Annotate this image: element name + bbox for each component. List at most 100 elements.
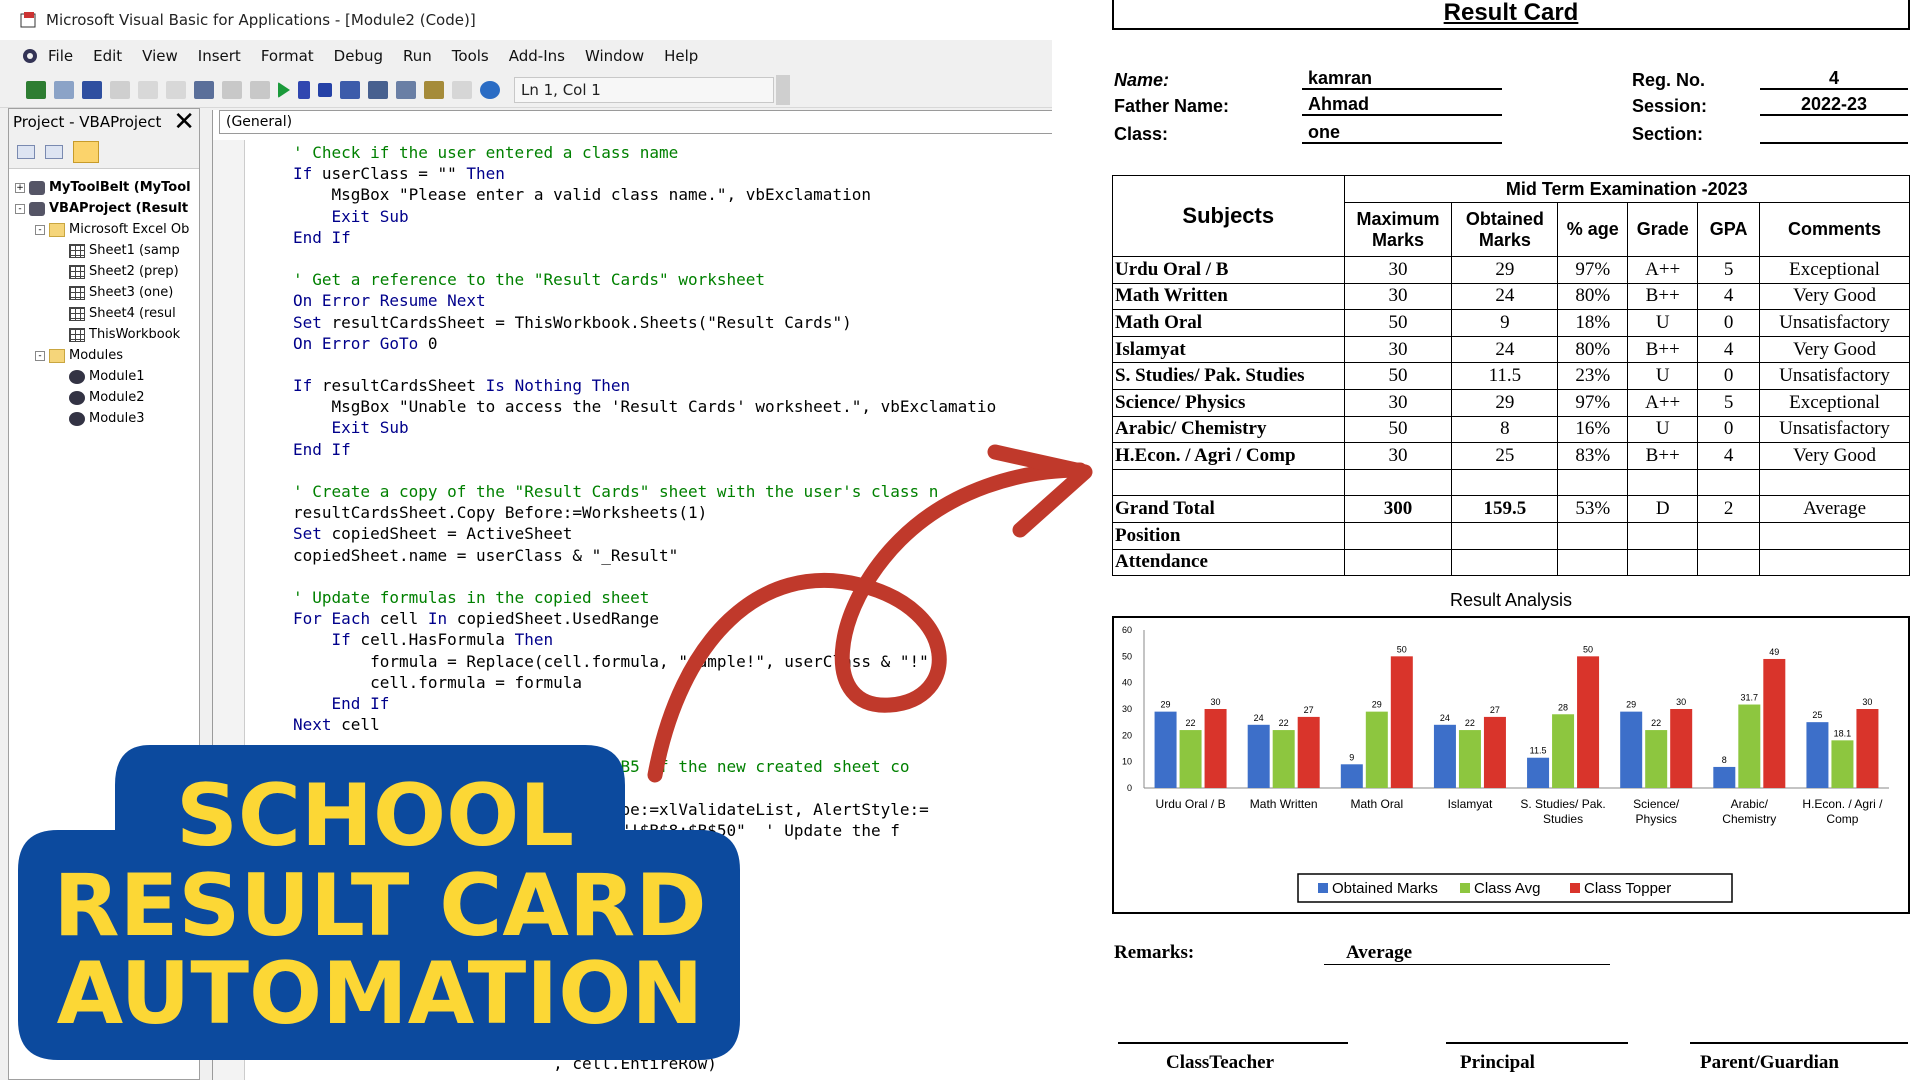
code-line[interactable]: Set copiedSheet = ActiveSheet — [293, 523, 1052, 544]
worksheet-icon — [69, 306, 85, 321]
tree-node[interactable]: Sheet2 (prep) — [9, 261, 199, 282]
copy-icon[interactable] — [138, 80, 158, 99]
menu-run[interactable]: Run — [403, 47, 432, 65]
tree-node[interactable]: + MyToolBelt (MyTool — [9, 177, 199, 198]
code-line[interactable] — [293, 354, 1052, 375]
code-line[interactable]: ' Check if the user entered a class name — [293, 142, 1052, 163]
code-line[interactable]: Next cell — [293, 714, 1052, 735]
undo-icon[interactable] — [222, 80, 242, 99]
close-icon[interactable]: ✕ — [173, 109, 195, 135]
code-line[interactable]: On Error GoTo 0 — [293, 333, 1052, 354]
x-tick-label: Urdu Oral / B — [1156, 797, 1226, 811]
toggle-folders-icon[interactable] — [73, 140, 99, 163]
data-label: 31.7 — [1741, 693, 1759, 703]
code-line[interactable]: End If — [293, 227, 1052, 248]
view-code-icon[interactable] — [17, 144, 35, 159]
subject-row — [1112, 468, 1910, 497]
data-label: 28 — [1558, 702, 1568, 712]
reset-icon[interactable] — [318, 82, 332, 97]
object-combo[interactable]: (General) — [219, 110, 1052, 134]
expand-icon[interactable]: + — [15, 182, 25, 193]
code-line[interactable]: ' Get a reference to the "Result Cards" … — [293, 269, 1052, 290]
tree-node[interactable]: - Microsoft Excel Ob — [9, 219, 199, 240]
tree-node[interactable]: Sheet3 (one) — [9, 282, 199, 303]
toolbox-icon[interactable] — [452, 80, 472, 99]
code-line[interactable]: , cell.EntireRow) — [293, 1053, 1052, 1074]
tree-node[interactable]: Module1 — [9, 366, 199, 387]
tree-node[interactable]: Sheet4 (resul — [9, 303, 199, 324]
code-line[interactable]: MsgBox "Please enter a valid class name.… — [293, 184, 1052, 205]
tree-node[interactable]: - Modules — [9, 345, 199, 366]
insert-userform-icon[interactable] — [54, 80, 74, 99]
menu-window[interactable]: Window — [585, 47, 644, 65]
code-line[interactable]: Exit Sub — [293, 206, 1052, 227]
redo-icon[interactable] — [250, 80, 270, 99]
code-line[interactable] — [293, 248, 1052, 269]
code-line[interactable] — [293, 735, 1052, 756]
collapse-icon[interactable]: - — [35, 350, 45, 361]
find-icon[interactable] — [194, 80, 214, 99]
menu-file[interactable]: File — [48, 47, 73, 65]
save-icon[interactable] — [82, 80, 102, 99]
view-excel-icon[interactable] — [26, 80, 46, 99]
help-icon[interactable] — [480, 80, 500, 99]
menu-debug[interactable]: Debug — [334, 47, 383, 65]
obtained-marks: 25 — [1451, 442, 1559, 470]
menu-help[interactable]: Help — [664, 47, 698, 65]
subject-row: Arabic/ Chemistry 50 8 16% U 0 Unsatisfactory — [1112, 415, 1910, 444]
view-object-icon[interactable] — [45, 144, 63, 159]
properties-icon[interactable] — [396, 80, 416, 99]
run-icon[interactable] — [278, 81, 290, 98]
code-line[interactable]: ' Create a copy of the "Result Cards" sh… — [293, 481, 1052, 502]
menu-edit[interactable]: Edit — [93, 47, 122, 65]
tree-node[interactable]: ThisWorkbook — [9, 324, 199, 345]
bar-class-topper — [1670, 709, 1693, 788]
code-line[interactable]: cell.formula = formula — [293, 672, 1052, 693]
tree-node[interactable]: Module2 — [9, 387, 199, 408]
code-line[interactable]: Set resultCardsSheet = ThisWorkbook.Shee… — [293, 312, 1052, 333]
object-browser-icon[interactable] — [424, 80, 444, 99]
design-mode-icon[interactable] — [340, 80, 360, 99]
menu-add-ins[interactable]: Add-Ins — [509, 47, 565, 65]
code-line[interactable]: If userClass = "" Then — [293, 163, 1052, 184]
section-value — [1760, 122, 1908, 144]
tree-node[interactable]: - VBAProject (Result — [9, 198, 199, 219]
toolbar-overflow[interactable] — [776, 74, 790, 105]
collapse-icon[interactable]: - — [35, 224, 45, 235]
code-line[interactable]: If cell.HasFormula Then — [293, 629, 1052, 650]
menu-insert[interactable]: Insert — [198, 47, 241, 65]
code-line[interactable]: MsgBox "Unable to access the 'Result Car… — [293, 396, 1052, 417]
excel-menu-icon[interactable] — [18, 45, 42, 67]
code-line[interactable]: Exit Sub — [293, 417, 1052, 438]
gpa: 5 — [1697, 256, 1761, 284]
code-line[interactable]: For Each cell In copiedSheet.UsedRange — [293, 608, 1052, 629]
tree-node[interactable]: Module3 — [9, 408, 199, 429]
code-line[interactable]: ' Update formulas in the copied sheet — [293, 587, 1052, 608]
subject-name — [1112, 468, 1345, 497]
bar-class-topper — [1297, 716, 1320, 788]
menu-view[interactable]: View — [142, 47, 178, 65]
bar-class-avg — [1552, 714, 1575, 788]
code-line[interactable]: copiedSheet.name = userClass & "_Result" — [293, 545, 1052, 566]
reg-no-value: 4 — [1760, 68, 1908, 90]
code-line[interactable]: If resultCardsSheet Is Nothing Then — [293, 375, 1052, 396]
code-line[interactable]: formula = Replace(cell.formula, "sample!… — [293, 651, 1052, 672]
data-label: 22 — [1279, 718, 1289, 728]
break-icon[interactable] — [298, 80, 310, 99]
paste-icon[interactable] — [166, 80, 186, 99]
menu-format[interactable]: Format — [261, 47, 314, 65]
menu-tools[interactable]: Tools — [452, 47, 489, 65]
project-explorer-icon[interactable] — [368, 80, 388, 99]
code-line[interactable] — [293, 566, 1052, 587]
code-line[interactable]: End If — [293, 693, 1052, 714]
cut-icon[interactable] — [110, 80, 130, 99]
collapse-icon[interactable]: - — [15, 203, 25, 214]
code-line[interactable]: On Error Resume Next — [293, 290, 1052, 311]
tree-node[interactable]: Sheet1 (samp — [9, 240, 199, 261]
code-line[interactable]: resultCardsSheet.Copy Before:=Worksheets… — [293, 502, 1052, 523]
code-line[interactable]: End If — [293, 439, 1052, 460]
code-line[interactable] — [293, 460, 1052, 481]
comments-header: Comments — [1759, 202, 1910, 257]
subject-name: Islamyat — [1112, 335, 1345, 364]
grade: B++ — [1627, 335, 1699, 364]
